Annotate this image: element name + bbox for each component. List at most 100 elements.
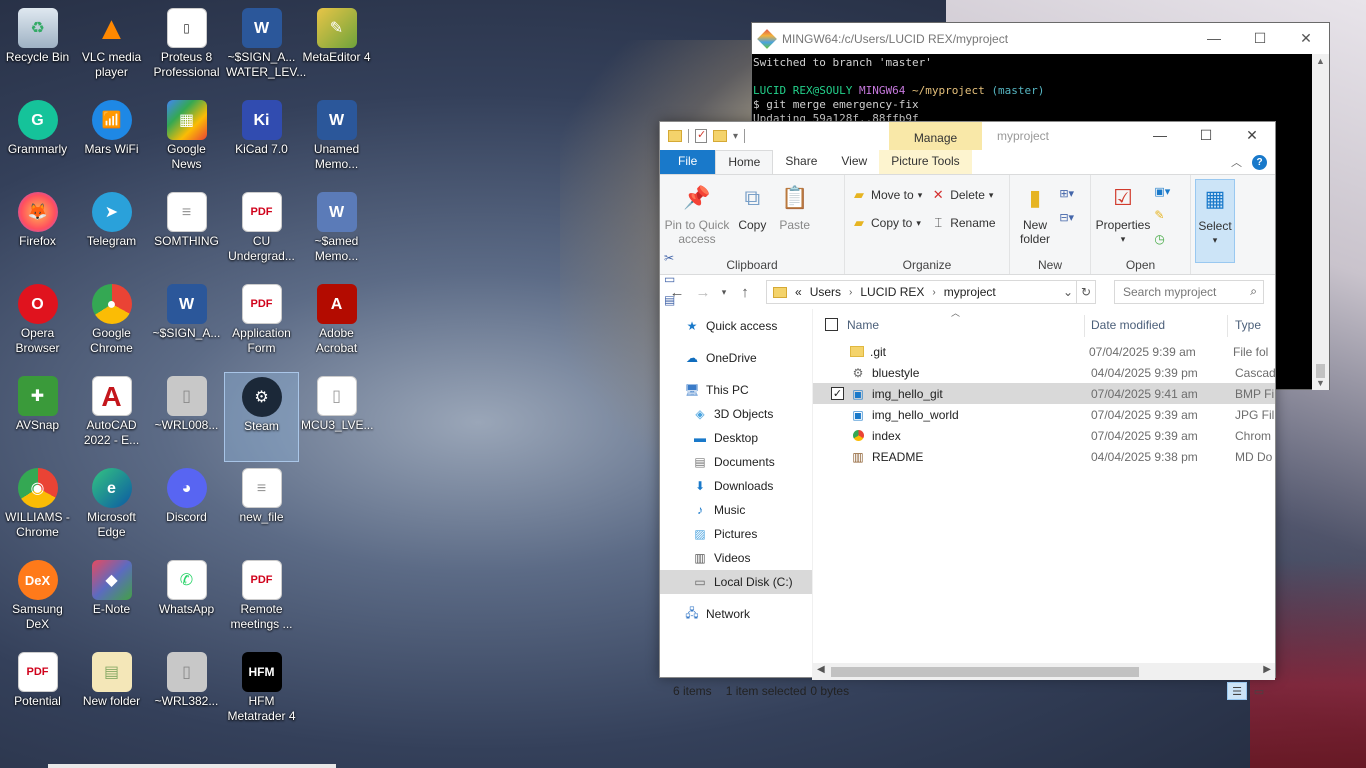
refresh-icon[interactable]: ↻: [1076, 280, 1096, 304]
rename-button[interactable]: ⌶ Rename: [930, 211, 995, 235]
desktop-icon-steam[interactable]: ⚙ Steam: [224, 372, 299, 462]
nav-quick-access[interactable]: ★ Quick access: [660, 314, 812, 338]
large-icons-view-icon[interactable]: ▭: [1249, 682, 1269, 700]
chevron-right-icon[interactable]: ›: [932, 287, 935, 298]
pin-quick-access-button[interactable]: 📌 Pin to Quick access: [664, 179, 730, 247]
desktop-icon-application-form[interactable]: PDF Application Form: [224, 280, 299, 370]
table-row[interactable]: ▥ README 04/04/2025 9:38 pm MD Do: [813, 446, 1275, 467]
nav-onedrive[interactable]: ☁ OneDrive: [660, 346, 812, 370]
copy-button[interactable]: ⧉ Copy: [733, 179, 771, 233]
desktop-icon-unamed-memo[interactable]: W Unamed Memo...: [299, 96, 374, 186]
breadcrumb-overflow[interactable]: «: [795, 285, 802, 299]
recent-locations-icon[interactable]: ▾: [718, 287, 730, 298]
nav-pictures[interactable]: ▨ Pictures: [660, 522, 812, 546]
copy-to-button[interactable]: ▰ Copy to ▾: [851, 211, 922, 235]
desktop-icon-recycle-bin[interactable]: ♻ Recycle Bin: [0, 4, 75, 94]
desktop-icon-kicad[interactable]: Ki KiCad 7.0: [224, 96, 299, 186]
forward-arrow-icon[interactable]: →: [692, 284, 714, 301]
nav-desktop[interactable]: ▬ Desktop: [660, 426, 812, 450]
nav-documents[interactable]: ▤ Documents: [660, 450, 812, 474]
row-checkbox[interactable]: [831, 408, 844, 421]
desktop-icon-wrl382[interactable]: ▯ ~WRL382...: [149, 648, 224, 738]
desktop-icon-mcu3-lve[interactable]: ▯ MCU3_LVE...: [299, 372, 374, 462]
row-checkbox[interactable]: [831, 345, 844, 358]
desktop-icon-microsoft-edge[interactable]: e Microsoft Edge: [74, 464, 149, 554]
desktop-icon-cu-undergrad[interactable]: PDF CU Undergrad...: [224, 188, 299, 278]
minimize-icon[interactable]: —: [1191, 30, 1237, 47]
tab-picture-tools[interactable]: Picture Tools: [879, 150, 972, 174]
desktop-icon-williams-chrome[interactable]: ◉ WILLIAMS - Chrome: [0, 464, 75, 554]
desktop-icon-avsnap[interactable]: ✚ AVSnap: [0, 372, 75, 462]
details-view-icon[interactable]: ☰: [1227, 682, 1247, 700]
file-list[interactable]: Name Date modified Type ︿ .git 07/04/202…: [813, 308, 1275, 680]
table-row[interactable]: ⚙ bluestyle 04/04/2025 9:39 pm Cascad: [813, 362, 1275, 383]
easy-access-icon[interactable]: ⊟▾: [1059, 205, 1085, 229]
close-icon[interactable]: ✕: [1229, 122, 1275, 150]
row-checkbox[interactable]: [831, 366, 844, 379]
up-arrow-icon[interactable]: ↑: [734, 284, 756, 301]
help-icon[interactable]: ?: [1252, 154, 1267, 170]
column-date-modified[interactable]: Date modified: [1091, 318, 1235, 332]
desktop-icon-mars-wifi[interactable]: 📶 Mars WiFi: [74, 96, 149, 186]
desktop-icon-new-folder[interactable]: ▤ New folder: [74, 648, 149, 738]
desktop-icon-amed-memo[interactable]: W ~$amed Memo...: [299, 188, 374, 278]
desktop-icon-telegram[interactable]: ➤ Telegram: [74, 188, 149, 278]
nav-downloads[interactable]: ⬇ Downloads: [660, 474, 812, 498]
delete-button[interactable]: ✕ Delete ▾: [930, 183, 995, 207]
new-folder-qat-icon[interactable]: [713, 130, 727, 142]
scrollbar-thumb[interactable]: [831, 667, 1139, 677]
explorer-titlebar[interactable]: ▾ Manage myproject — ☐ ✕: [660, 122, 1275, 150]
table-row[interactable]: .git 07/04/2025 9:39 am File fol: [813, 341, 1275, 362]
close-icon[interactable]: ✕: [1283, 30, 1329, 47]
tab-file[interactable]: File: [660, 150, 716, 174]
table-row[interactable]: index 07/04/2025 9:39 am Chrom: [813, 425, 1275, 446]
nav-3d-objects[interactable]: ◈ 3D Objects: [660, 402, 812, 426]
row-checkbox[interactable]: [831, 429, 844, 442]
nav-this-pc[interactable]: 🖥 This PC: [660, 378, 812, 402]
desktop-icon-potential[interactable]: PDF Potential: [0, 648, 75, 738]
desktop-icon-sign-water-lev[interactable]: W ~$SIGN_A... WATER_LEV...: [224, 4, 306, 94]
maximize-icon[interactable]: ☐: [1237, 30, 1283, 47]
select-all-checkbox[interactable]: [825, 318, 838, 331]
scroll-left-icon[interactable]: ◀: [817, 664, 825, 675]
maximize-icon[interactable]: ☐: [1183, 122, 1229, 150]
terminal-output[interactable]: Switched to branch 'master' LUCID REX@SO…: [752, 54, 1329, 128]
row-checkbox[interactable]: [831, 450, 844, 463]
table-row[interactable]: ▣ img_hello_world 07/04/2025 9:39 am JPG…: [813, 404, 1275, 425]
select-button[interactable]: ▦ Select ▾: [1195, 179, 1235, 263]
collapse-ribbon-icon[interactable]: ︿: [1231, 154, 1242, 170]
desktop-icon-remote-meetings[interactable]: PDF Remote meetings ...: [224, 556, 299, 646]
edit-icon[interactable]: ✎: [1154, 203, 1182, 227]
paste-button[interactable]: 📋 Paste: [775, 179, 815, 233]
chevron-right-icon[interactable]: ›: [849, 287, 852, 298]
manage-context-tab[interactable]: Manage: [889, 122, 982, 150]
nav-local-disk[interactable]: ▭ Local Disk (C:): [660, 570, 812, 594]
desktop-icon-autocad[interactable]: A AutoCAD 2022 - E...: [74, 372, 149, 462]
open-icon[interactable]: ▣▾: [1154, 179, 1182, 203]
git-bash-titlebar[interactable]: MINGW64:/c/Users/LUCID REX/myproject — ☐…: [752, 23, 1329, 54]
chevron-down-icon[interactable]: ⌄: [1063, 285, 1073, 299]
nav-network[interactable]: 🖧 Network: [660, 602, 812, 626]
table-row[interactable]: ✓ ▣ img_hello_git 07/04/2025 9:41 am BMP…: [813, 383, 1275, 404]
desktop-icon-new-file[interactable]: ≡ new_file: [224, 464, 299, 554]
desktop-icon-proteus[interactable]: ▯ Proteus 8 Professional: [149, 4, 224, 94]
minimize-icon[interactable]: —: [1137, 122, 1183, 150]
breadcrumb-item[interactable]: LUCID REX: [860, 285, 924, 299]
desktop-icon-firefox[interactable]: 🦊 Firefox: [0, 188, 75, 278]
nav-videos[interactable]: ▥ Videos: [660, 546, 812, 570]
row-checkbox-checked[interactable]: ✓: [831, 387, 844, 400]
new-folder-button[interactable]: ▮ New folder: [1014, 179, 1056, 247]
nav-music[interactable]: ♪ Music: [660, 498, 812, 522]
desktop-icon-e-note[interactable]: ◆ E-Note: [74, 556, 149, 646]
desktop-icon-opera[interactable]: O Opera Browser: [0, 280, 75, 370]
desktop-icon-google-chrome[interactable]: ● Google Chrome: [74, 280, 149, 370]
desktop-icon-sign-a-doc[interactable]: W ~$SIGN_A...: [149, 280, 224, 370]
desktop-icon-metaeditor[interactable]: ✎ MetaEditor 4: [299, 4, 374, 94]
scroll-right-icon[interactable]: ▶: [1263, 664, 1271, 675]
desktop-icon-hfm-metatrader[interactable]: HFM HFM Metatrader 4: [224, 648, 299, 738]
desktop-icon-discord[interactable]: ◕ Discord: [149, 464, 224, 554]
desktop-icon-vlc[interactable]: ▲ VLC media player: [74, 4, 149, 94]
desktop-icon-somthing[interactable]: ≡ SOMTHING: [149, 188, 224, 278]
desktop-icon-wrl008[interactable]: ▯ ~WRL008...: [149, 372, 224, 462]
copy-path-icon[interactable]: ▭: [664, 270, 686, 288]
